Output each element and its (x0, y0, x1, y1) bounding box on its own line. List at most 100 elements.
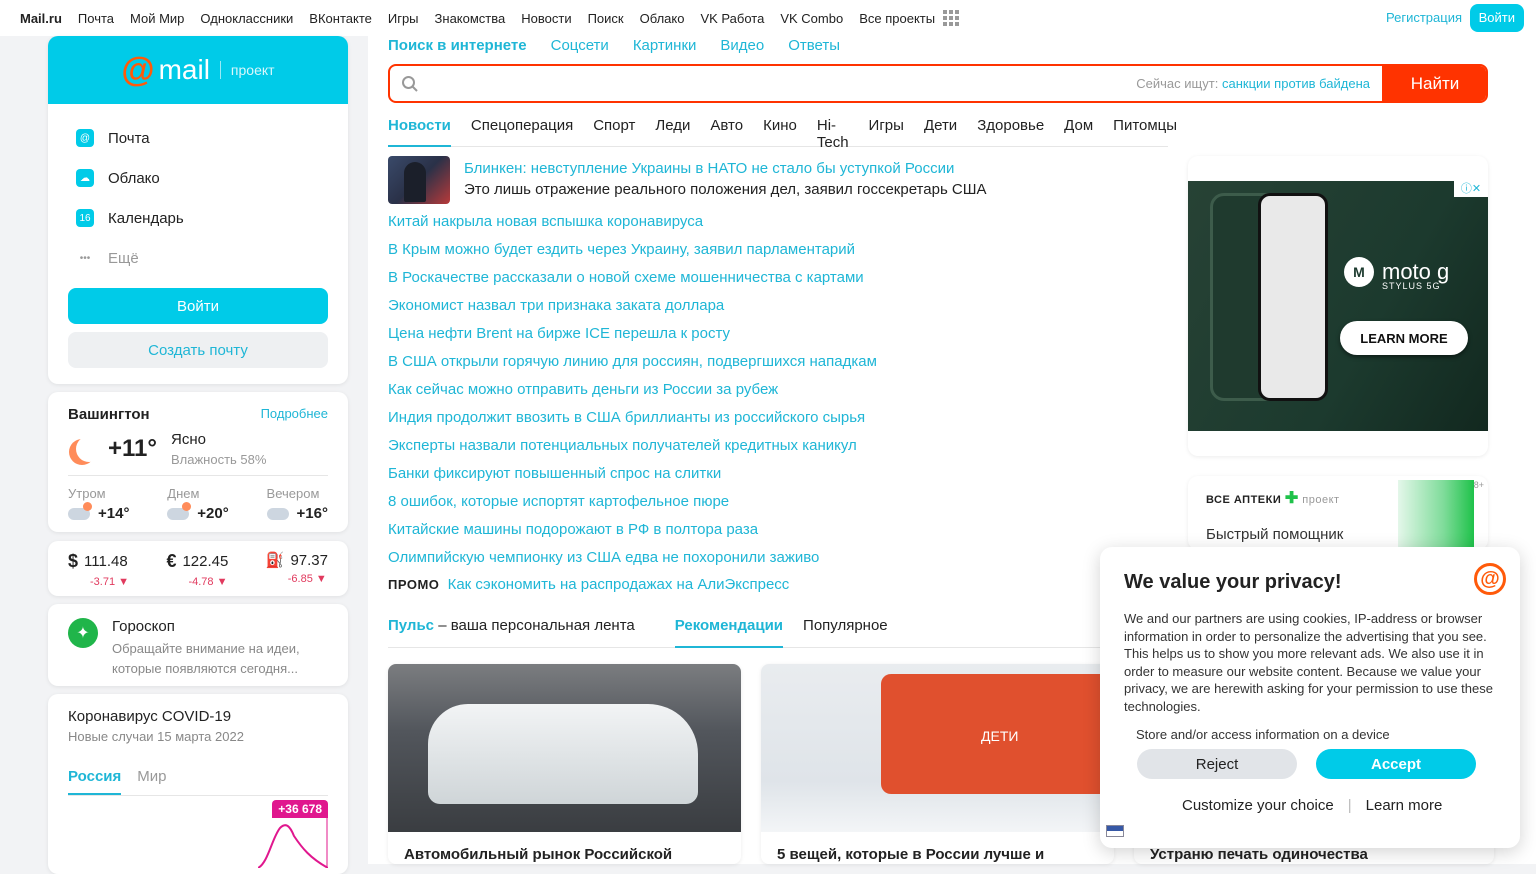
feed-card-image[interactable]: ДЕТИ (761, 664, 1114, 832)
category-tab-hitech[interactable]: Hi-Tech (817, 117, 849, 151)
weather-more-link[interactable]: Подробнее (261, 406, 328, 421)
category-tab-kino[interactable]: Кино (763, 117, 797, 146)
news-item[interactable]: Как сейчас можно отправить деньги из Рос… (388, 380, 1168, 408)
topnav-link-oblako[interactable]: Облако (640, 11, 685, 26)
search-tabs: Поиск в интернете Соцсети Картинки Видео… (388, 37, 864, 54)
search-button[interactable]: Найти (1382, 66, 1486, 101)
topnav-link-znakomstva[interactable]: Знакомства (435, 11, 506, 26)
news-item[interactable]: Банки фиксируют повышенный спрос на слит… (388, 464, 1168, 492)
weather-widget: Вашингтон Подробнее +11° Ясно Влажность … (48, 392, 348, 532)
rate-eur[interactable]: €122.45 -4.78 ▼ (166, 551, 228, 588)
topnav-link-vk-combo[interactable]: VK Combo (780, 11, 843, 26)
moon-icon (76, 436, 102, 462)
service-item-pochta[interactable]: @ Почта (48, 118, 348, 158)
service-item-calendar[interactable]: 16 Календарь (48, 198, 348, 238)
category-tab-home[interactable]: Дом (1064, 117, 1093, 146)
trending-query-link[interactable]: санкции против байдена (1222, 76, 1370, 91)
feed-card-title[interactable]: Устраню печать одиночества (1150, 846, 1368, 863)
news-item[interactable]: Цена нефти Brent на бирже ICE перешла к … (388, 324, 1168, 352)
covid-tab-world[interactable]: Мир (137, 768, 166, 795)
feed-card[interactable]: Автомобильный рынок Российской (388, 664, 741, 864)
topnav-link-poisk[interactable]: Поиск (588, 11, 624, 26)
create-mail-button[interactable]: Создать почту (68, 332, 328, 368)
news-item[interactable]: 8 ошибок, которые испортят картофельное … (388, 492, 1168, 520)
top-news-title[interactable]: Блинкен: невступление Украины в НАТО не … (464, 160, 954, 177)
search-tab-images[interactable]: Картинки (633, 37, 697, 54)
learn-more-link[interactable]: Learn more (1366, 797, 1443, 814)
search-tab-social[interactable]: Соцсети (551, 37, 609, 54)
mail-at-logo-icon: @ (1474, 563, 1506, 595)
search-tab-video[interactable]: Видео (720, 37, 764, 54)
register-link[interactable]: Регистрация (1386, 10, 1462, 25)
feed-card-title[interactable]: Автомобильный рынок Российской (404, 846, 672, 863)
pulse-tab-popular[interactable]: Популярное (803, 617, 888, 648)
customize-choice-link[interactable]: Customize your choice (1182, 797, 1334, 814)
search-input[interactable] (430, 66, 1137, 101)
accept-button[interactable]: Accept (1316, 749, 1476, 779)
category-tab-sport[interactable]: Спорт (593, 117, 635, 146)
category-tab-health[interactable]: Здоровье (977, 117, 1044, 146)
ad-learn-more-button[interactable]: LEARN MORE (1340, 321, 1468, 355)
news-item[interactable]: Китай накрыла новая вспышка коронавируса (388, 212, 1168, 240)
news-item[interactable]: В США открыли горячую линию для россиян,… (388, 352, 1168, 380)
feed-card[interactable]: ДЕТИ 5 вещей, которые в России лучше и (761, 664, 1114, 864)
bus-image: ДЕТИ (881, 674, 1114, 794)
news-item[interactable]: Индия продолжит ввозить в США бриллианты… (388, 408, 1168, 436)
apps-grid-icon[interactable] (943, 10, 960, 26)
topnav-link-moy-mir[interactable]: Мой Мир (130, 11, 184, 26)
category-tab-auto[interactable]: Авто (710, 117, 743, 146)
category-tab-news[interactable]: Новости (388, 117, 451, 147)
promo-link[interactable]: Как сэкономить на распродажах на АлиЭксп… (448, 576, 790, 593)
category-tab-special-operation[interactable]: Спецоперация (471, 117, 573, 146)
weather-part-temp: +20° (197, 505, 229, 522)
feed-card-image[interactable] (388, 664, 741, 832)
weather-now[interactable]: +11° Ясно Влажность 58% (68, 431, 328, 476)
motorola-ad-banner[interactable]: Mmoto g STYLUS 5G LEARN MORE ⓘ✕ (1188, 156, 1488, 456)
covid-tab-russia[interactable]: Россия (68, 768, 122, 795)
login-button[interactable]: Войти (68, 288, 328, 324)
feed-card-title[interactable]: 5 вещей, которые в России лучше и (777, 846, 1044, 863)
promo-news-item[interactable]: ПРОМО Как сэкономить на распродажах на А… (388, 576, 789, 593)
news-item[interactable]: Олимпийскую чемпионку из США едва не пох… (388, 548, 1168, 576)
service-item-more[interactable]: ••• Ещё (48, 238, 348, 278)
topnav-link-novosti[interactable]: Новости (521, 11, 571, 26)
category-tab-pets[interactable]: Питомцы (1113, 117, 1177, 146)
top-news-item[interactable]: Блинкен: невступление Украины в НАТО не … (388, 156, 1148, 204)
pharmacy-ad-banner[interactable]: ВСЕ АПТЕКИ ✚ проект 18+ Быстрый помощник (1188, 476, 1488, 550)
horoscope-widget[interactable]: ✦ Гороскоп Обращайте внимание на идеи, к… (48, 604, 348, 686)
topnav-link-igry[interactable]: Игры (388, 11, 419, 26)
topnav-link-odnoklassniki[interactable]: Одноклассники (200, 11, 293, 26)
language-flag-icon[interactable] (1106, 825, 1124, 837)
service-label: Ещё (108, 249, 139, 267)
news-item[interactable]: В Роскачестве рассказали о новой схеме м… (388, 268, 1168, 296)
service-item-oblako[interactable]: ☁ Облако (48, 158, 348, 198)
news-item[interactable]: Экономист назвал три признака заката дол… (388, 296, 1168, 324)
ad-close-icon[interactable]: ⓘ✕ (1454, 181, 1488, 197)
top-news-thumbnail[interactable] (388, 156, 450, 204)
rate-usd[interactable]: $111.48 -3.71 ▼ (68, 551, 129, 588)
pulse-title[interactable]: Пульс – ваша персональная лента (388, 617, 635, 647)
news-item[interactable]: Китайские машины подорожают в РФ в полто… (388, 520, 1168, 548)
category-tab-kids[interactable]: Дети (924, 117, 957, 146)
pulse-tab-recommendations[interactable]: Рекомендации (674, 617, 784, 648)
news-category-tabs: Новости Спецоперация Спорт Леди Авто Кин… (388, 117, 1177, 151)
category-tab-games[interactable]: Игры (869, 117, 904, 146)
ad-image[interactable]: Mmoto g STYLUS 5G LEARN MORE (1188, 181, 1488, 431)
topnav-link-vk-rabota[interactable]: VK Работа (700, 11, 764, 26)
top-login-button[interactable]: Войти (1469, 4, 1524, 32)
news-item[interactable]: В Крым можно будет ездить через Украину,… (388, 240, 1168, 268)
rate-oil[interactable]: ⛽ 97.37 -6.85 ▼ (266, 551, 328, 586)
topnav-link-pochta[interactable]: Почта (78, 11, 114, 26)
category-tab-lady[interactable]: Леди (655, 117, 690, 146)
topnav-link-all-projects[interactable]: Все проекты (859, 11, 935, 26)
service-label: Календарь (108, 209, 184, 227)
topnav-link-mailru[interactable]: Mail.ru (20, 11, 62, 26)
reject-button[interactable]: Reject (1137, 749, 1297, 779)
mail-logo-header[interactable]: @ mail проект (48, 36, 348, 104)
euro-icon: € (166, 551, 177, 571)
search-tab-web[interactable]: Поиск в интернете (388, 37, 527, 54)
search-tab-answers[interactable]: Ответы (788, 37, 840, 54)
currency-rates-widget[interactable]: $111.48 -3.71 ▼ €122.45 -4.78 ▼ ⛽ 97.37 -… (48, 541, 348, 596)
news-item[interactable]: Эксперты назвали потенциальных получател… (388, 436, 1168, 464)
topnav-link-vkontakte[interactable]: ВКонтакте (309, 11, 372, 26)
